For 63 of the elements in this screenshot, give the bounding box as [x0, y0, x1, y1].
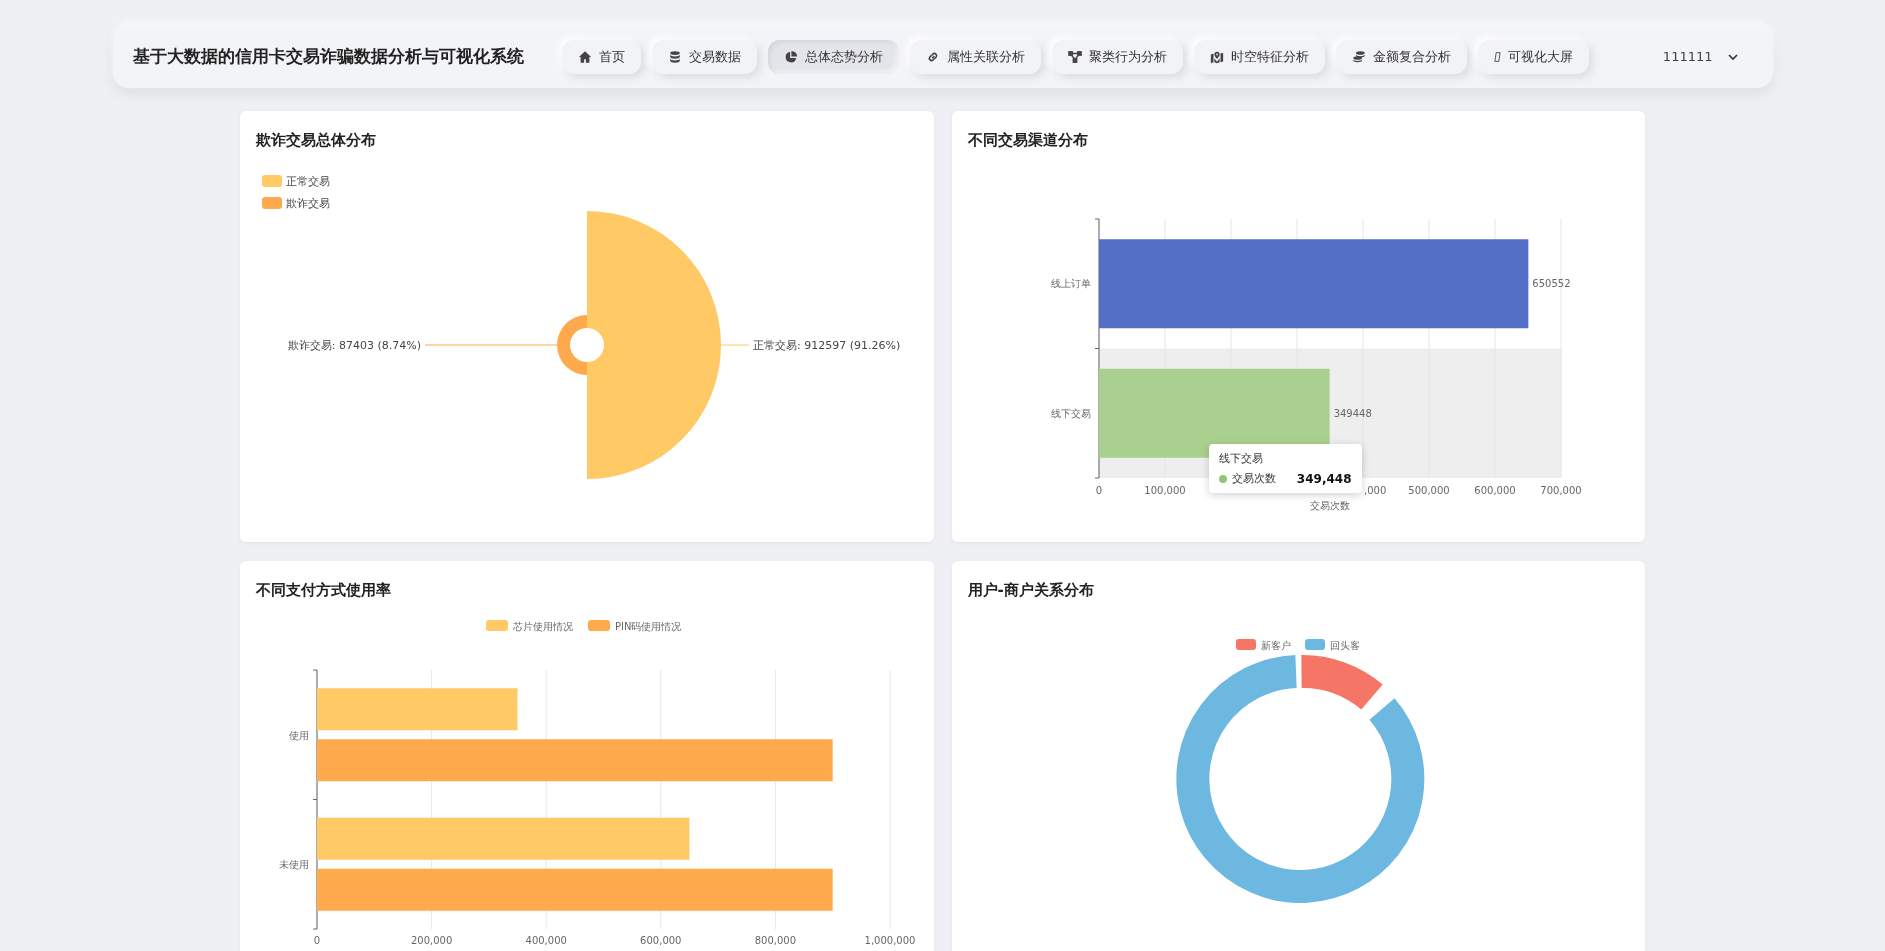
series-name: 交易次数	[1231, 471, 1276, 486]
card-title: 用户-商户关系分布	[966, 580, 1095, 601]
card-title: 不同支付方式使用率	[255, 580, 392, 601]
map-pin-icon	[1209, 49, 1224, 64]
pie-chart-icon	[783, 49, 798, 64]
user-menu[interactable]: 111111	[1662, 49, 1753, 64]
bar-value: 349448	[1333, 407, 1372, 419]
bar[interactable]	[317, 739, 833, 782]
bar[interactable]	[317, 868, 833, 911]
legend-label[interactable]: 芯片使用情况	[513, 621, 573, 632]
axis-label: 线下交易	[1050, 407, 1091, 419]
tick-label: 0	[1095, 485, 1102, 496]
home-icon	[577, 49, 592, 64]
tick-label: 800,000	[754, 935, 797, 946]
tick-label: 400,000	[525, 935, 567, 946]
legend-label[interactable]: 欺诈交易	[286, 197, 330, 210]
tick-label: 100,000	[1143, 485, 1186, 496]
tick-label: 0	[313, 935, 321, 946]
nav-tab[interactable]: 可视化大屏	[1477, 39, 1589, 74]
bar[interactable]	[1098, 239, 1528, 329]
tooltip-title: 线下交易	[1218, 451, 1264, 466]
nodes-icon	[1067, 49, 1082, 64]
nav-tab[interactable]: 总体态势分析	[767, 39, 899, 74]
legend-label[interactable]: 回头客	[1329, 640, 1360, 651]
legend-swatch[interactable]	[262, 197, 282, 209]
nav-tab[interactable]: 首页	[561, 39, 641, 74]
legend-label[interactable]: 正常交易	[286, 175, 330, 188]
bar[interactable]	[317, 817, 690, 860]
axis-label: 未使用	[279, 859, 309, 871]
card-title: 不同交易渠道分布	[966, 130, 1089, 151]
tick-label: 700,000	[1539, 485, 1582, 496]
app-title: 基于大数据的信用卡交易诈骗数据分析与可视化系统	[132, 45, 524, 68]
nav-tab[interactable]: 属性关联分析	[909, 39, 1041, 74]
legend-swatch[interactable]	[1304, 639, 1325, 650]
legend-label[interactable]: PIN码使用情况	[615, 621, 682, 632]
nav-tab[interactable]: 聚类行为分析	[1051, 39, 1183, 74]
legend-swatch[interactable]	[588, 620, 610, 631]
legend-label[interactable]: 新客户	[1260, 640, 1291, 651]
tick-label: 500,000	[1407, 485, 1450, 496]
axis-title: 交易次数	[1309, 500, 1350, 511]
nav-tab[interactable]: 金额复合分析	[1335, 39, 1467, 74]
database-icon	[667, 49, 682, 64]
tick-label: ,000	[1363, 485, 1386, 496]
slice-label: 欺诈交易: 87403 (8.74%)	[287, 339, 421, 352]
coins-icon	[1351, 49, 1366, 64]
tick-label: 600,000	[640, 935, 682, 946]
nav-tab[interactable]: 交易数据	[651, 39, 757, 74]
tooltip-value: 349,448	[1296, 471, 1352, 486]
bar[interactable]	[317, 688, 518, 731]
leader-line	[720, 344, 750, 346]
tick-label: 600,000	[1473, 485, 1516, 496]
axis-label: 线上订单	[1050, 278, 1091, 290]
card-title: 欺诈交易总体分布	[255, 130, 377, 151]
legend-swatch[interactable]	[1235, 639, 1256, 650]
legend-swatch[interactable]	[486, 620, 508, 631]
placeholder-glyph-icon	[1493, 49, 1501, 64]
tick-label: 200,000	[410, 935, 453, 946]
slice-label: 正常交易: 912597 (91.26%)	[753, 339, 901, 352]
nav-tab[interactable]: 时空特征分析	[1193, 39, 1325, 74]
legend-swatch[interactable]	[262, 175, 282, 187]
axis-label: 使用	[289, 729, 309, 741]
tick-label: 1,000,000	[864, 935, 916, 946]
bar-value: 650552	[1531, 278, 1571, 290]
